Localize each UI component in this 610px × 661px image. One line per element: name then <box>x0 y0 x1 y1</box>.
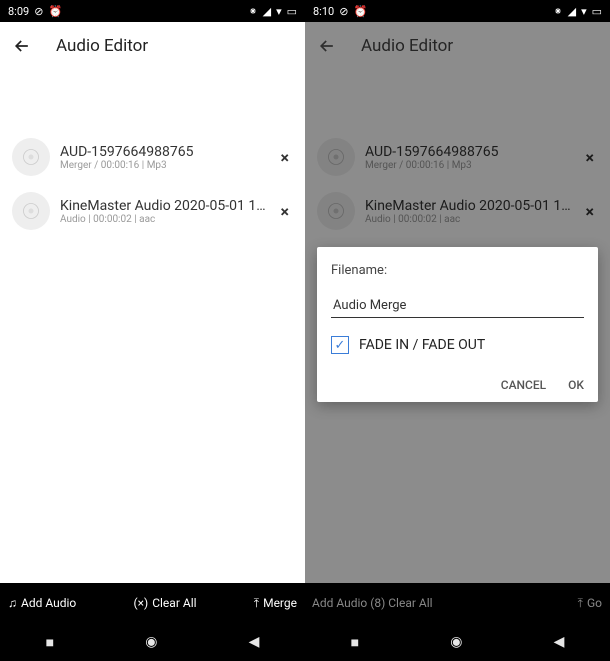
audio-title: AUD-1597664988765 <box>60 144 267 160</box>
battery-icon: ▭ <box>287 5 297 18</box>
wifi-icon: ◢ <box>263 5 271 18</box>
go-button[interactable]: ⤒ Go <box>574 596 606 611</box>
audio-item[interactable]: KineMaster Audio 2020-05-01 16.... Audio… <box>0 184 305 238</box>
fade-checkbox[interactable]: ✓ <box>331 336 349 354</box>
dialog-actions: CANCEL OK <box>331 378 584 392</box>
audio-item: AUD-1597664988765 Merger / 00:00:16 | Mp… <box>305 130 610 184</box>
merge-icon: ⤒ <box>578 596 583 611</box>
nav-bar: ■ ◉ ◀ <box>0 623 305 661</box>
audio-list: AUD-1597664988765 Merger / 00:00:16 | Mp… <box>0 70 305 583</box>
bluetooth-icon: ⁕ <box>248 5 257 18</box>
no-sim-icon: ⊘ <box>34 5 43 18</box>
bottom-toolbar: Add Audio (8) Clear All ⤒ Go <box>305 583 610 623</box>
bottom-toolbar: ♫ Add Audio (×) Clear All ⤒ Merge <box>0 583 305 623</box>
battery-icon: ▭ <box>592 5 602 18</box>
audio-title: KineMaster Audio 2020-05-01 16.... <box>365 198 572 214</box>
bottom-text: Add Audio (8) Clear All <box>309 596 436 610</box>
back-button[interactable] <box>317 36 337 56</box>
nav-back[interactable]: ◀ <box>249 634 260 650</box>
remove-button: × <box>582 198 599 225</box>
signal-icon: ▾ <box>276 5 282 18</box>
nav-home[interactable]: ◉ <box>145 634 157 650</box>
remove-button[interactable]: × <box>277 144 294 171</box>
ok-button[interactable]: OK <box>568 378 584 392</box>
nav-home[interactable]: ◉ <box>450 634 462 650</box>
add-audio-button[interactable]: ♫ Add Audio <box>4 596 80 610</box>
screen-right: 8:10 ⊘ ⏰ ⁕ ◢ ▾ ▭ Audio Editor AUD-159766… <box>305 0 610 661</box>
nav-recent[interactable]: ■ <box>351 634 359 651</box>
go-label: Go <box>587 596 602 610</box>
alarm-icon: ⏰ <box>353 5 367 18</box>
app-bar: Audio Editor <box>0 22 305 70</box>
audio-meta: Merger / 00:00:16 | Mp3 <box>365 160 572 171</box>
clear-all-button[interactable]: (×) Clear All <box>130 596 201 610</box>
appbar-title: Audio Editor <box>361 36 453 56</box>
bluetooth-icon: ⁕ <box>553 5 562 18</box>
audio-thumbnail <box>317 192 355 230</box>
filename-dialog: Filename: ✓ FADE IN / FADE OUT CANCEL OK <box>317 247 598 402</box>
nav-bar: ■ ◉ ◀ <box>305 623 610 661</box>
clear-all-label: Clear All <box>152 596 196 610</box>
screen-left: 8:09 ⊘ ⏰ ⁕ ◢ ▾ ▭ Audio Editor AUD-159766… <box>0 0 305 661</box>
audio-meta: Audio | 00:00:02 | aac <box>60 214 267 225</box>
signal-icon: ▾ <box>581 5 587 18</box>
merge-label: Merge <box>263 596 297 610</box>
audio-title: AUD-1597664988765 <box>365 144 572 160</box>
merge-icon: ⤒ <box>254 596 259 611</box>
audio-thumbnail <box>12 192 50 230</box>
audio-meta: Merger / 00:00:16 | Mp3 <box>60 160 267 171</box>
merge-button[interactable]: ⤒ Merge <box>250 596 301 611</box>
back-button[interactable] <box>12 36 32 56</box>
audio-info: KineMaster Audio 2020-05-01 16.... Audio… <box>60 198 267 225</box>
remove-button[interactable]: × <box>277 198 294 225</box>
nav-recent[interactable]: ■ <box>46 634 54 651</box>
audio-info: KineMaster Audio 2020-05-01 16.... Audio… <box>365 198 572 225</box>
add-audio-label: Add Audio <box>21 596 76 610</box>
status-time: 8:09 <box>8 5 29 18</box>
status-time: 8:10 <box>313 5 334 18</box>
status-bar: 8:10 ⊘ ⏰ ⁕ ◢ ▾ ▭ <box>305 0 610 22</box>
no-sim-icon: ⊘ <box>339 5 348 18</box>
audio-item[interactable]: AUD-1597664988765 Merger / 00:00:16 | Mp… <box>0 130 305 184</box>
appbar-title: Audio Editor <box>56 36 148 56</box>
nav-back[interactable]: ◀ <box>554 634 565 650</box>
cancel-button[interactable]: CANCEL <box>501 378 546 392</box>
fade-checkbox-row[interactable]: ✓ FADE IN / FADE OUT <box>331 336 584 354</box>
audio-thumbnail <box>317 138 355 176</box>
audio-info: AUD-1597664988765 Merger / 00:00:16 | Mp… <box>365 144 572 171</box>
fade-checkbox-label: FADE IN / FADE OUT <box>359 337 485 353</box>
remove-button: × <box>582 144 599 171</box>
audio-thumbnail <box>12 138 50 176</box>
dialog-label: Filename: <box>331 263 584 278</box>
clear-icon: (×) <box>134 596 149 610</box>
music-icon: ♫ <box>8 596 17 610</box>
audio-item: KineMaster Audio 2020-05-01 16.... Audio… <box>305 184 610 238</box>
alarm-icon: ⏰ <box>48 5 62 18</box>
wifi-icon: ◢ <box>568 5 576 18</box>
audio-title: KineMaster Audio 2020-05-01 16.... <box>60 198 267 214</box>
app-bar: Audio Editor <box>305 22 610 70</box>
audio-meta: Audio | 00:00:02 | aac <box>365 214 572 225</box>
audio-info: AUD-1597664988765 Merger / 00:00:16 | Mp… <box>60 144 267 171</box>
status-bar: 8:09 ⊘ ⏰ ⁕ ◢ ▾ ▭ <box>0 0 305 22</box>
filename-input[interactable] <box>331 294 584 318</box>
